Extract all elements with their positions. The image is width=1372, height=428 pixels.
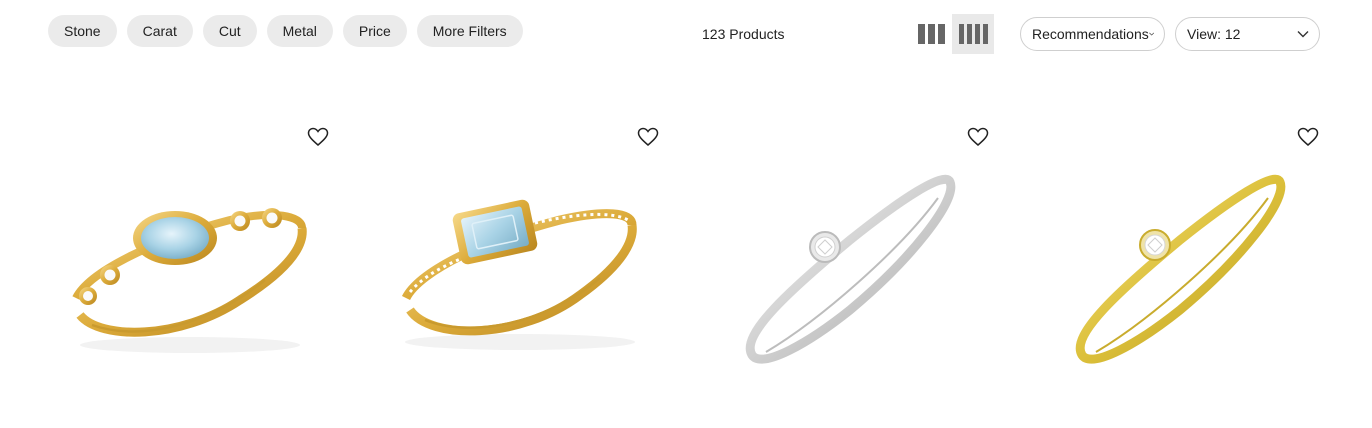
grid-3-column-button[interactable] xyxy=(910,14,952,54)
sort-dropdown[interactable]: Recommendations xyxy=(1020,17,1165,51)
view-count-dropdown[interactable]: View: 12 xyxy=(1175,17,1320,51)
filter-carat-button[interactable]: Carat xyxy=(126,15,193,47)
product-count: 123 Products xyxy=(702,26,785,42)
product-card[interactable] xyxy=(700,120,1000,400)
product-card[interactable] xyxy=(40,120,340,400)
product-image[interactable] xyxy=(40,120,340,400)
product-card[interactable] xyxy=(370,120,670,400)
product-card[interactable] xyxy=(1030,120,1330,400)
grid-4-column-button[interactable] xyxy=(952,14,994,54)
grid-layout-toggle xyxy=(910,14,994,54)
listing-toolbar: Stone Carat Cut Metal Price More Filters… xyxy=(0,0,1372,70)
more-filters-button[interactable]: More Filters xyxy=(416,15,523,47)
filter-stone-button[interactable]: Stone xyxy=(48,15,117,47)
filter-cut-button[interactable]: Cut xyxy=(202,15,257,47)
product-image[interactable] xyxy=(700,120,1000,400)
chevron-down-icon xyxy=(1297,31,1309,38)
product-image[interactable] xyxy=(370,120,670,400)
heart-outline-icon[interactable] xyxy=(637,127,659,147)
filter-bar: Stone Carat Cut Metal Price More Filters xyxy=(48,15,523,47)
sort-dropdown-label: Recommendations xyxy=(1032,26,1149,42)
heart-outline-icon[interactable] xyxy=(967,127,989,147)
four-column-icon xyxy=(958,24,988,44)
filter-metal-button[interactable]: Metal xyxy=(266,15,333,47)
three-column-icon xyxy=(917,24,945,44)
product-grid xyxy=(0,120,1372,400)
heart-outline-icon[interactable] xyxy=(307,127,329,147)
filter-price-button[interactable]: Price xyxy=(342,15,407,47)
view-count-label: View: 12 xyxy=(1187,26,1241,42)
chevron-down-icon xyxy=(1148,32,1154,36)
product-image[interactable] xyxy=(1030,120,1330,400)
heart-outline-icon[interactable] xyxy=(1297,127,1319,147)
